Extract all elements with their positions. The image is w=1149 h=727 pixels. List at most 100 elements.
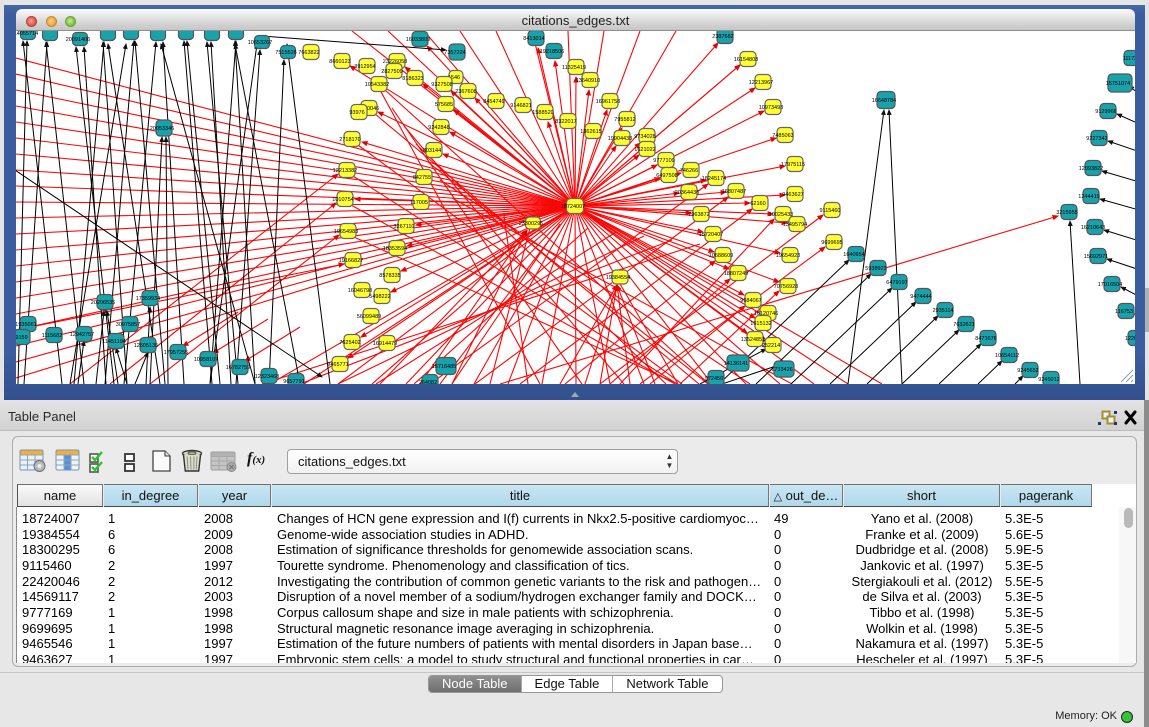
svg-text:2367608: 2367608 bbox=[455, 89, 476, 95]
svg-text:16914479: 16914479 bbox=[373, 341, 397, 347]
svg-text:9777109: 9777109 bbox=[653, 158, 674, 164]
svg-text:7963872: 7963872 bbox=[688, 212, 709, 218]
svg-text:9245652: 9245652 bbox=[1017, 368, 1038, 374]
svg-text:15692971: 15692971 bbox=[1084, 254, 1108, 260]
svg-text:7357224: 7357224 bbox=[444, 50, 465, 56]
svg-text:14055714: 14055714 bbox=[16, 31, 38, 37]
svg-text:3215955: 3215955 bbox=[1056, 210, 1077, 216]
svg-text:11172: 11172 bbox=[1123, 56, 1135, 62]
svg-text:264082: 264082 bbox=[419, 380, 437, 384]
svg-text:12213967: 12213967 bbox=[749, 80, 773, 86]
svg-text:62160: 62160 bbox=[750, 201, 765, 207]
svg-text:9463627: 9463627 bbox=[782, 192, 803, 198]
svg-text:7515526: 7515526 bbox=[275, 50, 296, 56]
svg-text:18245174: 18245174 bbox=[702, 176, 726, 182]
svg-text:842755: 842755 bbox=[413, 175, 431, 181]
svg-text:117005: 117005 bbox=[410, 200, 428, 206]
svg-text:9227342: 9227342 bbox=[1086, 136, 1107, 142]
svg-text:1588520: 1588520 bbox=[532, 110, 553, 116]
svg-text:575685: 575685 bbox=[435, 102, 453, 108]
svg-text:17359934: 17359934 bbox=[136, 296, 160, 302]
svg-text:20091406: 20091406 bbox=[66, 37, 90, 43]
svg-text:17975115: 17975115 bbox=[781, 162, 805, 168]
svg-text:1244419: 1244419 bbox=[1078, 194, 1099, 200]
svg-text:20206535: 20206535 bbox=[91, 300, 115, 306]
svg-text:116753: 116753 bbox=[1115, 309, 1133, 315]
svg-text:1733426: 1733426 bbox=[771, 367, 792, 373]
svg-text:12323468: 12323468 bbox=[255, 374, 279, 380]
svg-text:9327508: 9327508 bbox=[431, 82, 452, 88]
svg-text:9115460: 9115460 bbox=[819, 208, 840, 214]
svg-text:10973493: 10973493 bbox=[759, 105, 783, 111]
svg-text:803144: 803144 bbox=[423, 148, 441, 154]
svg-text:18807249: 18807249 bbox=[724, 271, 748, 277]
svg-text:12093822: 12093822 bbox=[1079, 166, 1103, 172]
svg-text:12213382: 12213382 bbox=[333, 168, 357, 174]
svg-text:12505135: 12505135 bbox=[134, 343, 158, 349]
svg-text:8186323: 8186323 bbox=[402, 76, 423, 82]
svg-text:3267110: 3267110 bbox=[393, 224, 414, 230]
svg-text:18353594: 18353594 bbox=[383, 246, 407, 252]
svg-text:16210643: 16210643 bbox=[1081, 225, 1105, 231]
svg-text:252214: 252214 bbox=[762, 343, 780, 349]
svg-text:10653267: 10653267 bbox=[248, 40, 272, 46]
svg-text:70756928: 70756928 bbox=[774, 284, 798, 290]
svg-text:1615132: 1615132 bbox=[750, 321, 771, 327]
svg-text:15716485: 15716485 bbox=[432, 364, 456, 370]
svg-text:9699695: 9699695 bbox=[821, 240, 842, 246]
svg-text:9734028: 9734028 bbox=[634, 134, 655, 140]
svg-text:7663822: 7663822 bbox=[298, 50, 319, 56]
svg-text:8322017: 8322017 bbox=[555, 119, 576, 125]
svg-text:19904438: 19904438 bbox=[608, 136, 632, 142]
svg-text:8660123: 8660123 bbox=[329, 59, 350, 65]
svg-text:16648784: 16648784 bbox=[872, 98, 896, 104]
svg-text:2935114: 2935114 bbox=[932, 308, 953, 314]
svg-text:16807487: 16807487 bbox=[722, 189, 746, 195]
svg-text:972450: 972450 bbox=[705, 376, 723, 382]
svg-text:1362615: 1362615 bbox=[580, 129, 601, 135]
svg-text:20053346: 20053346 bbox=[150, 126, 174, 132]
svg-text:10543382: 10543382 bbox=[365, 82, 389, 88]
svg-text:8413014: 8413014 bbox=[523, 36, 544, 42]
svg-text:11325419: 11325419 bbox=[562, 65, 586, 71]
svg-text:17016504: 17016504 bbox=[1098, 282, 1122, 288]
svg-text:10688609: 10688609 bbox=[709, 253, 733, 259]
svg-text:10025433: 10025433 bbox=[769, 212, 793, 218]
svg-text:8471676: 8471676 bbox=[975, 336, 996, 342]
svg-text:12942757: 12942757 bbox=[70, 332, 94, 338]
svg-text:1621022: 1621022 bbox=[634, 147, 655, 153]
svg-text:7632621: 7632621 bbox=[953, 322, 974, 328]
svg-text:10654112: 10654112 bbox=[995, 353, 1019, 359]
svg-text:6497508: 6497508 bbox=[656, 173, 677, 179]
svg-text:1115682: 1115682 bbox=[42, 333, 63, 339]
svg-text:56099489: 56099489 bbox=[357, 314, 381, 320]
svg-text:13495794: 13495794 bbox=[783, 222, 807, 228]
svg-text:2387682: 2387682 bbox=[712, 34, 733, 40]
svg-text:16782759: 16782759 bbox=[226, 365, 250, 371]
svg-text:9684067: 9684067 bbox=[740, 298, 761, 304]
svg-text:13640910: 13640910 bbox=[576, 78, 600, 84]
svg-text:19166827: 19166827 bbox=[339, 258, 363, 264]
svg-text:17957255: 17957255 bbox=[164, 350, 188, 356]
svg-text:18724007: 18724007 bbox=[561, 204, 585, 210]
svg-text:1935061: 1935061 bbox=[16, 322, 37, 328]
svg-text:93976: 93976 bbox=[349, 110, 364, 116]
svg-text:9245012: 9245012 bbox=[1038, 377, 1059, 383]
svg-text:746266: 746266 bbox=[680, 168, 698, 174]
svg-text:15720407: 15720407 bbox=[699, 232, 723, 238]
svg-text:5938923: 5938923 bbox=[865, 266, 886, 272]
svg-text:1640954: 1640954 bbox=[843, 252, 864, 258]
svg-text:8454749: 8454749 bbox=[483, 99, 504, 105]
svg-text:3912954: 3912954 bbox=[354, 64, 375, 70]
svg-text:30975857: 30975857 bbox=[116, 322, 140, 328]
svg-text:2827509: 2827509 bbox=[381, 69, 402, 75]
svg-text:16033809: 16033809 bbox=[406, 37, 430, 43]
svg-text:19218506: 19218506 bbox=[540, 49, 564, 55]
svg-text:15751074: 15751074 bbox=[1106, 81, 1130, 87]
svg-text:19654923: 19654923 bbox=[776, 253, 800, 259]
svg-text:11451194: 11451194 bbox=[102, 339, 126, 345]
svg-text:23300295: 23300295 bbox=[519, 221, 543, 227]
svg-text:16154808: 16154808 bbox=[734, 57, 758, 63]
svg-text:5498222: 5498222 bbox=[369, 294, 390, 300]
svg-text:7485063: 7485063 bbox=[772, 133, 793, 139]
